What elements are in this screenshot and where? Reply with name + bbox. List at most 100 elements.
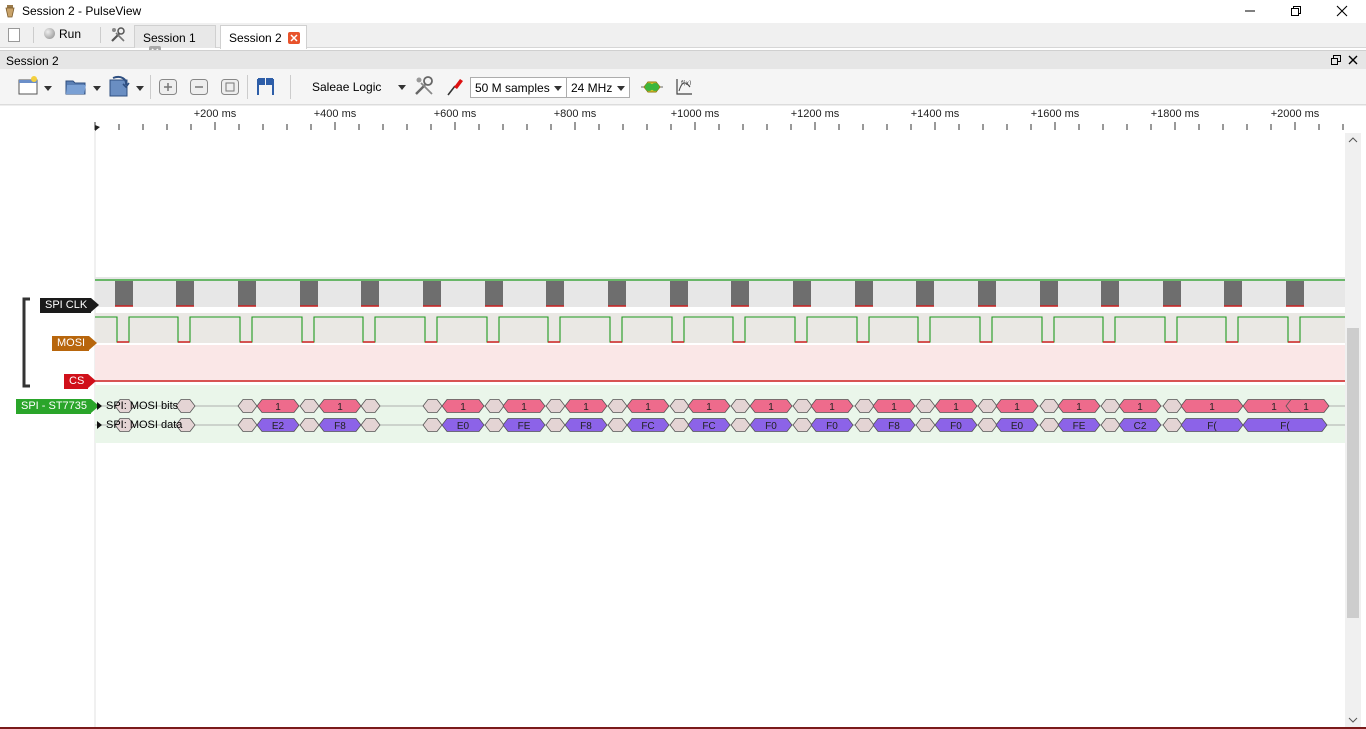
run-button[interactable]: Run — [44, 27, 81, 41]
data-annotation-label: F( — [1207, 421, 1217, 432]
bits-annotation-label: 1 — [1076, 402, 1082, 413]
bits-annotation-label: 1 — [521, 402, 527, 413]
data-annotation-label: F8 — [580, 421, 592, 432]
samplerate-select[interactable]: 24 MHz — [566, 77, 630, 98]
math-signal-icon[interactable]: f(x) — [674, 77, 694, 97]
bits-annotation-label: 1 — [706, 402, 712, 413]
add-decoder-icon[interactable] — [640, 79, 664, 95]
bits-annotation-label: 1 — [337, 402, 343, 413]
trace-view[interactable]: +200 ms +400 ms +600 ms +800 ms +1000 ms +120… — [0, 105, 1366, 729]
bits-annotation-label: 1 — [645, 402, 651, 413]
clk-burst — [546, 281, 564, 306]
clk-burst — [916, 281, 934, 306]
scrollbar-thumb[interactable] — [1347, 328, 1359, 618]
ruler-label: +1000 ms — [671, 108, 720, 120]
toolbar-separator — [150, 75, 151, 99]
zoom-out-icon[interactable] — [189, 78, 209, 96]
chevron-down-icon[interactable] — [44, 86, 52, 91]
scroll-up-icon[interactable] — [1348, 136, 1358, 144]
clk-burst — [485, 281, 503, 306]
zoom-fit-icon[interactable] — [220, 78, 240, 96]
waveform-canvas[interactable]: +200 ms +400 ms +600 ms +800 ms +1000 ms +120… — [0, 105, 1366, 729]
ruler-label: +400 ms — [314, 108, 357, 120]
settings-tools-icon[interactable] — [110, 27, 126, 43]
channel-label-spi-clk[interactable]: SPI CLK — [40, 298, 100, 313]
toolbar-separator — [290, 75, 291, 99]
toolbar-separator — [33, 27, 34, 43]
close-tab-icon[interactable] — [287, 32, 300, 44]
minimize-button[interactable] — [1227, 0, 1273, 23]
chevron-down-icon — [554, 86, 562, 91]
new-session-icon[interactable] — [7, 27, 21, 43]
samplerate-value: 24 MHz — [571, 81, 613, 95]
clk-burst — [1040, 281, 1058, 306]
sample-count-select[interactable]: 50 M samples — [470, 77, 567, 98]
dock-title-bar: Session 2 — [0, 50, 1366, 69]
decoder-label-spi-st7735[interactable]: SPI - ST7735 — [16, 399, 100, 414]
clk-burst — [1224, 281, 1242, 306]
time-ruler: +200 ms +400 ms +600 ms +800 ms +1000 ms +120… — [94, 108, 1344, 131]
scroll-down-icon[interactable] — [1348, 716, 1358, 724]
save-icon[interactable] — [107, 75, 131, 99]
data-annotation-label: FC — [641, 421, 654, 432]
vertical-scrollbar[interactable] — [1345, 133, 1361, 728]
data-annotation-label: F0 — [826, 421, 838, 432]
bits-annotation-label: 1 — [1303, 402, 1309, 413]
close-window-button[interactable] — [1319, 0, 1365, 23]
bits-annotation-label: 1 — [953, 402, 959, 413]
bits-annotation-label: 1 — [768, 402, 774, 413]
data-annotation-label: F8 — [334, 421, 346, 432]
chevron-down-icon[interactable] — [93, 86, 101, 91]
clk-burst — [176, 281, 194, 306]
dock-title: Session 2 — [6, 54, 59, 68]
clk-trace-bg — [95, 277, 1345, 307]
tab-session-2[interactable]: Session 2 — [220, 25, 307, 49]
bits-annotation-label: 1 — [460, 402, 466, 413]
float-dock-icon[interactable] — [1331, 55, 1341, 65]
probe-config-icon[interactable] — [445, 75, 465, 97]
restore-button[interactable] — [1273, 0, 1319, 23]
ruler-label: +1200 ms — [791, 108, 840, 120]
bits-annotation-label: 1 — [1209, 402, 1215, 413]
open-folder-icon[interactable] — [64, 75, 88, 97]
expand-row-icon[interactable] — [97, 421, 102, 429]
clk-burst — [855, 281, 873, 306]
clk-burst — [300, 281, 318, 306]
label-panel — [0, 105, 95, 729]
chevron-down-icon[interactable] — [136, 86, 144, 91]
close-dock-icon[interactable] — [1348, 55, 1358, 65]
data-annotation-label: E2 — [272, 421, 285, 432]
cursor-markers-icon[interactable] — [255, 77, 279, 97]
data-annotation-label: F0 — [765, 421, 777, 432]
run-icon — [44, 28, 55, 39]
tab-label: Session 2 — [229, 31, 282, 45]
clk-burst — [978, 281, 996, 306]
data-annotation-label: FC — [702, 421, 715, 432]
clk-burst — [731, 281, 749, 306]
close-icon — [1336, 5, 1348, 17]
device-select[interactable]: Saleae Logic — [312, 80, 381, 94]
zoom-in-icon[interactable] — [158, 78, 178, 96]
clk-burst — [1163, 281, 1181, 306]
data-annotation-label: F0 — [950, 421, 962, 432]
device-config-icon[interactable] — [413, 75, 435, 97]
expand-row-icon[interactable] — [97, 402, 102, 410]
ruler-label: +2000 ms — [1271, 108, 1320, 120]
new-view-icon[interactable] — [17, 75, 39, 97]
pulseview-app-icon — [5, 5, 15, 18]
decoder-trace-bg — [95, 385, 1345, 443]
minimize-icon — [1245, 10, 1255, 12]
channel-label-mosi[interactable]: MOSI — [52, 336, 98, 351]
chevron-down-icon[interactable] — [398, 85, 406, 90]
channel-label-cs[interactable]: CS — [64, 374, 97, 389]
ruler-label: +600 ms — [434, 108, 477, 120]
session-tab-bar: Run Session 1 Session 2 — [0, 23, 1366, 58]
restore-icon — [1291, 6, 1301, 16]
tab-session-1[interactable]: Session 1 — [134, 25, 216, 58]
svg-text:f(x): f(x) — [681, 80, 691, 87]
bits-annotation-label: 1 — [1271, 402, 1277, 413]
clk-burst — [115, 281, 133, 306]
data-annotation-label: F8 — [888, 421, 900, 432]
bits-annotation-label: 1 — [1014, 402, 1020, 413]
trigger-marker — [95, 125, 100, 131]
